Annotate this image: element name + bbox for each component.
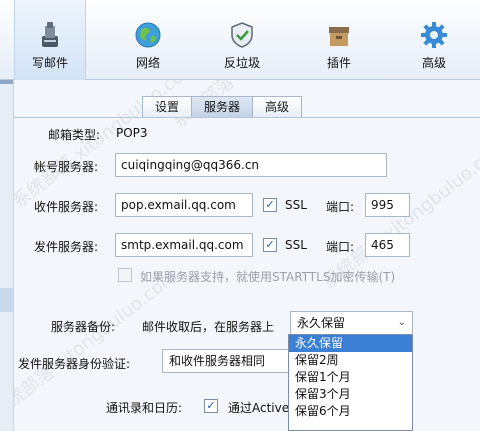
toolbar-label: 写邮件 xyxy=(31,56,68,70)
outgoing-server-input[interactable]: smtp.exmail.qq.com xyxy=(115,233,253,257)
write-mail-icon xyxy=(42,22,58,47)
smtp-auth-selected: 和收件服务器相同 xyxy=(169,354,266,368)
backup-option-3-months[interactable]: 保留3个月 xyxy=(289,386,412,403)
incoming-server-input[interactable]: pop.exmail.qq.com xyxy=(115,193,253,217)
backup-option-2-weeks[interactable]: 保留2周 xyxy=(289,352,412,369)
backup-option-1-month[interactable]: 保留1个月 xyxy=(289,369,412,386)
incoming-port-label: 端口: xyxy=(326,200,355,214)
chevron-down-icon: ⌄ xyxy=(397,317,406,328)
shield-icon xyxy=(231,22,253,48)
outgoing-server-label: 发件服务器: xyxy=(34,240,99,254)
toolbar-plugin-button[interactable]: 插件 xyxy=(303,0,375,80)
tab-server[interactable]: 服务器 xyxy=(191,96,254,118)
toolbar-advanced-button[interactable]: 高级 xyxy=(398,0,470,80)
settings-tabs: 设置 服务器 高级 xyxy=(142,96,303,118)
backup-option-6-months[interactable]: 保留6个月 xyxy=(289,403,412,420)
toolbar-network-button[interactable]: 网络 xyxy=(112,0,184,80)
outgoing-port-input[interactable]: 465 xyxy=(365,233,410,257)
left-account-strip xyxy=(0,80,14,431)
server-backup-selected: 永久保留 xyxy=(297,316,346,330)
smtp-auth-select[interactable]: 和收件服务器相同 xyxy=(162,349,290,373)
contacts-calendar-label: 通讯录和日历: xyxy=(106,401,183,415)
outgoing-ssl-label: SSL xyxy=(285,238,307,252)
strip-selected-item[interactable] xyxy=(0,288,13,312)
server-backup-description: 邮件收取后，在服务器上 xyxy=(142,320,275,334)
smtp-auth-label: 发件服务器身份验证: xyxy=(18,357,131,371)
tab-divider xyxy=(14,117,480,118)
tab-advanced[interactable]: 高级 xyxy=(252,96,303,118)
toolbar-label: 反垃圾 xyxy=(223,56,260,70)
toolbar-write-mail-button[interactable]: 写邮件 xyxy=(14,0,86,80)
server-backup-select[interactable]: 永久保留 ⌄ xyxy=(290,311,413,335)
contacts-activesync-label: 通过Active xyxy=(228,401,290,415)
starttls-label: 如果服务器支持，就使用STARTTLS加密传输(T) xyxy=(140,270,396,284)
tab-settings[interactable]: 设置 xyxy=(142,96,193,118)
server-backup-dropdown-list: 永久保留 保留2周 保留1个月 保留3个月 保留6个月 xyxy=(288,334,413,431)
toolbar-antispam-button[interactable]: 反垃圾 xyxy=(206,0,278,80)
outgoing-ssl-checkbox[interactable]: ✓ xyxy=(263,238,277,252)
toolbar: 写邮件 网络 反垃圾 插件 高级 xyxy=(0,0,480,80)
outgoing-port-label: 端口: xyxy=(326,240,355,254)
mailbox-type-value: POP3 xyxy=(116,126,148,140)
account-server-input[interactable]: cuiqingqing@qq366.cn xyxy=(115,153,387,177)
starttls-checkbox[interactable] xyxy=(118,268,132,282)
gear-icon xyxy=(421,22,447,48)
incoming-server-label: 收件服务器: xyxy=(34,200,99,214)
toolbar-label: 插件 xyxy=(326,56,351,70)
box-icon xyxy=(329,27,349,46)
globe-icon xyxy=(135,22,161,48)
strip-accent xyxy=(0,80,13,84)
backup-option-permanent[interactable]: 永久保留 xyxy=(289,335,412,352)
toolbar-label: 高级 xyxy=(421,56,446,70)
contacts-activesync-checkbox[interactable]: ✓ xyxy=(204,399,218,413)
server-backup-label: 服务器备份: xyxy=(51,320,116,334)
incoming-port-input[interactable]: 995 xyxy=(365,193,410,217)
incoming-ssl-label: SSL xyxy=(285,198,307,212)
mailbox-type-label: 邮箱类型: xyxy=(48,128,101,142)
account-server-label: 帐号服务器: xyxy=(34,160,99,174)
toolbar-label: 网络 xyxy=(135,56,160,70)
incoming-ssl-checkbox[interactable]: ✓ xyxy=(263,198,277,212)
